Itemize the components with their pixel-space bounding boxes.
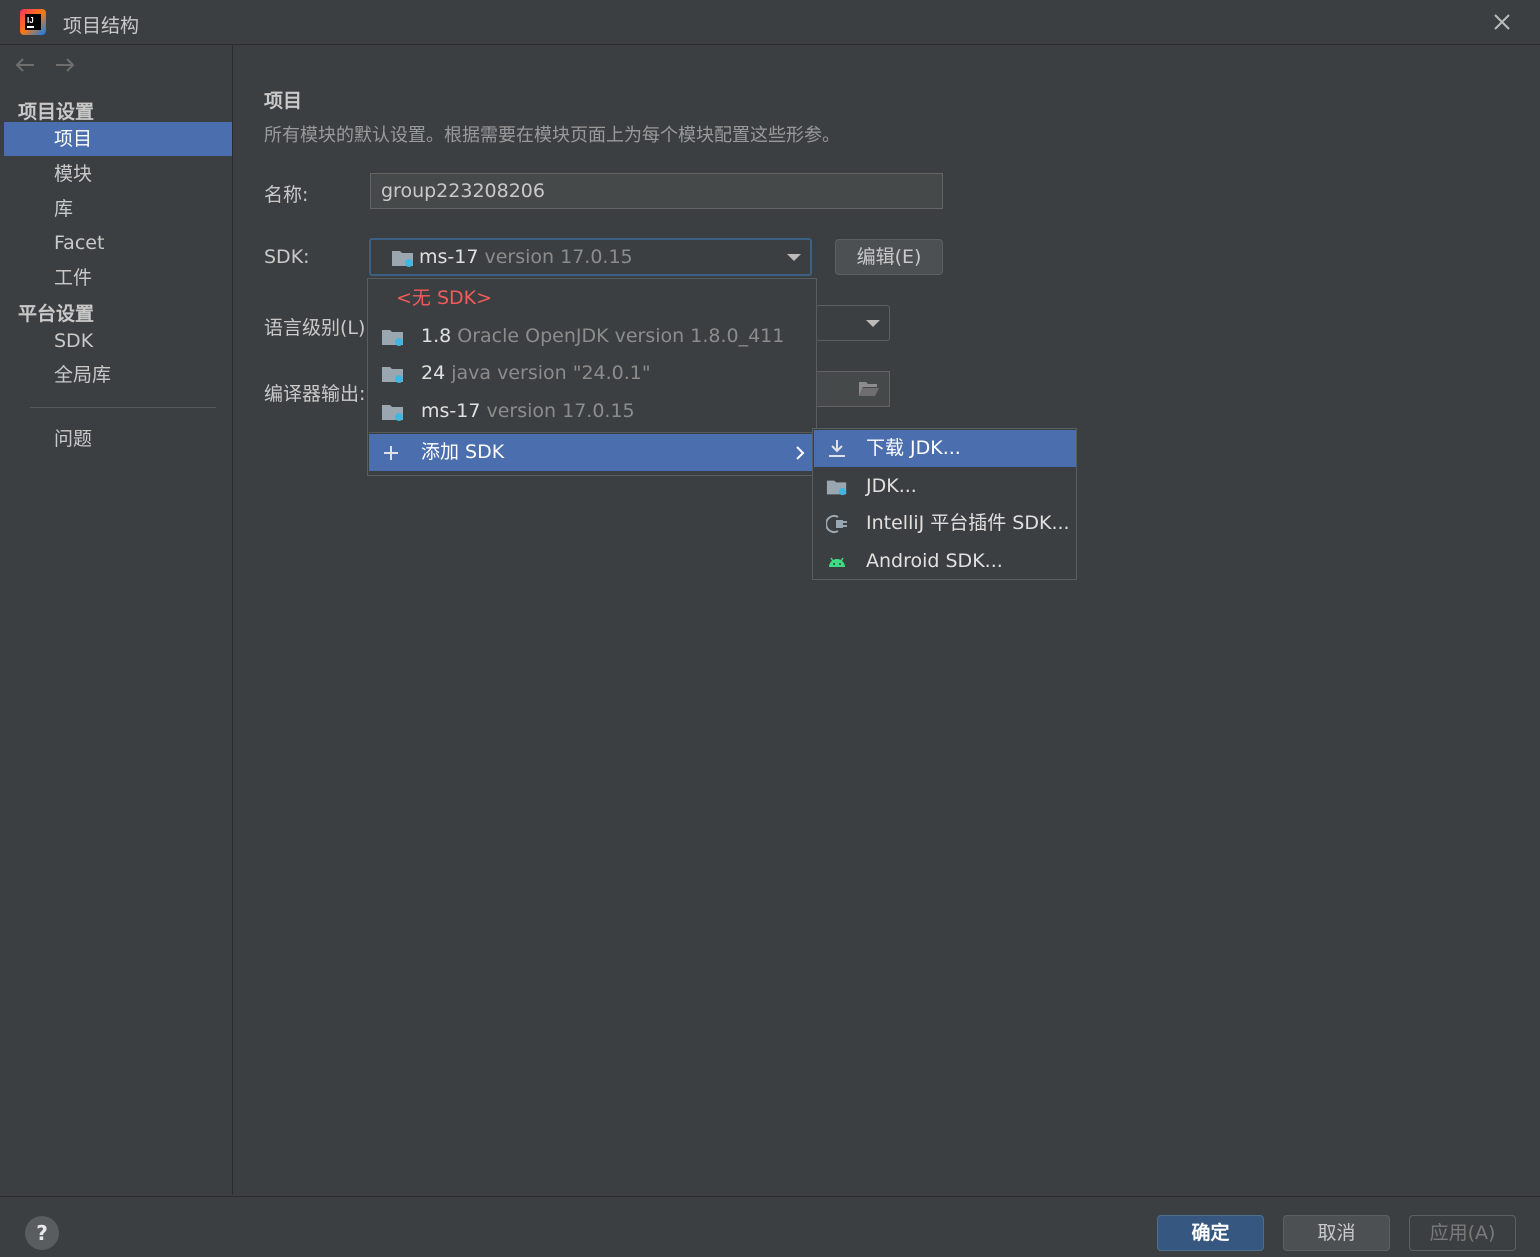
add-jdk-item[interactable]: JDK... bbox=[814, 468, 1076, 505]
svg-text:IJ: IJ bbox=[27, 16, 34, 25]
sdk-option-none[interactable]: <无 SDK> bbox=[369, 280, 815, 317]
plus-icon bbox=[384, 446, 398, 460]
chevron-right-icon bbox=[796, 446, 805, 460]
language-level-label: 语言级别(L): bbox=[264, 317, 372, 339]
plugin-icon bbox=[826, 515, 847, 533]
help-button[interactable]: ? bbox=[25, 1216, 59, 1250]
android-sdk-item[interactable]: Android SDK... bbox=[814, 543, 1076, 580]
jdk-folder-icon bbox=[382, 330, 403, 346]
sidebar-item-sdk[interactable]: SDK bbox=[4, 324, 232, 358]
chevron-down-icon bbox=[866, 320, 880, 327]
name-label: 名称: bbox=[264, 184, 309, 206]
sidebar-item-artifacts[interactable]: 工件 bbox=[4, 261, 232, 295]
dropdown-separator bbox=[369, 432, 815, 433]
sdk-option-ms-17[interactable]: ms-17 version 17.0.15 bbox=[369, 393, 815, 430]
sdk-combobox[interactable]: ms-17 version 17.0.15 bbox=[369, 238, 812, 276]
chevron-down-icon bbox=[787, 254, 801, 261]
intellij-logo: IJ bbox=[20, 9, 46, 35]
add-sdk-submenu: 下载 JDK... JDK... IntelliJ 平台插件 SDK... An… bbox=[812, 428, 1077, 580]
arrow-left-icon[interactable] bbox=[14, 56, 36, 74]
sdk-option-24[interactable]: 24 java version "24.0.1" bbox=[369, 355, 815, 392]
folder-icon bbox=[826, 480, 847, 496]
download-jdk-item[interactable]: 下载 JDK... bbox=[814, 430, 1076, 467]
sidebar-item-global-libraries[interactable]: 全局库 bbox=[4, 358, 232, 392]
language-level-combobox[interactable] bbox=[816, 305, 890, 341]
add-sdk-menu-item[interactable]: 添加 SDK bbox=[369, 434, 815, 471]
cancel-button[interactable]: 取消 bbox=[1283, 1215, 1390, 1251]
ok-button[interactable]: 确定 bbox=[1157, 1215, 1264, 1251]
window-title: 项目结构 bbox=[63, 15, 140, 37]
sidebar-item-modules[interactable]: 模块 bbox=[4, 157, 232, 191]
section-platform-settings: 平台设置 bbox=[18, 303, 95, 325]
sidebar-item-project[interactable]: 项目 bbox=[4, 122, 232, 156]
main-panel bbox=[233, 45, 1540, 1195]
sidebar-item-libraries[interactable]: 库 bbox=[4, 192, 232, 226]
sdk-dropdown-list: <无 SDK> 1.8 Oracle OpenJDK version 1.8.0… bbox=[367, 278, 817, 476]
android-icon bbox=[829, 557, 845, 567]
sidebar-item-facet[interactable]: Facet bbox=[4, 226, 232, 260]
arrow-right-icon[interactable] bbox=[54, 56, 76, 74]
title-bar: IJ 项目结构 bbox=[0, 0, 1540, 45]
compiler-output-field[interactable] bbox=[816, 371, 890, 407]
page-title: 项目 bbox=[264, 90, 303, 112]
close-icon[interactable] bbox=[1490, 10, 1514, 34]
sdk-option-1-8[interactable]: 1.8 Oracle OpenJDK version 1.8.0_411 bbox=[369, 318, 815, 355]
sidebar-item-problems[interactable]: 问题 bbox=[4, 422, 232, 456]
jdk-folder-icon bbox=[382, 405, 403, 421]
sidebar-divider bbox=[30, 407, 216, 408]
jdk-folder-icon bbox=[382, 367, 403, 383]
sdk-selected-text: ms-17 version 17.0.15 bbox=[419, 246, 633, 268]
section-project-settings: 项目设置 bbox=[18, 101, 95, 123]
folder-open-icon[interactable] bbox=[858, 380, 880, 398]
name-input[interactable]: group223208206 bbox=[370, 173, 943, 209]
intellij-plugin-sdk-item[interactable]: IntelliJ 平台插件 SDK... bbox=[814, 505, 1076, 542]
apply-button[interactable]: 应用(A) bbox=[1409, 1215, 1516, 1251]
page-description: 所有模块的默认设置。根据需要在模块页面上为每个模块配置这些形参。 bbox=[264, 125, 840, 146]
download-icon bbox=[829, 440, 845, 457]
jdk-folder-icon bbox=[392, 251, 413, 267]
edit-sdk-button[interactable]: 编辑(E) bbox=[835, 239, 943, 275]
compiler-output-label: 编译器输出: bbox=[264, 383, 366, 405]
sdk-label: SDK: bbox=[264, 246, 310, 268]
